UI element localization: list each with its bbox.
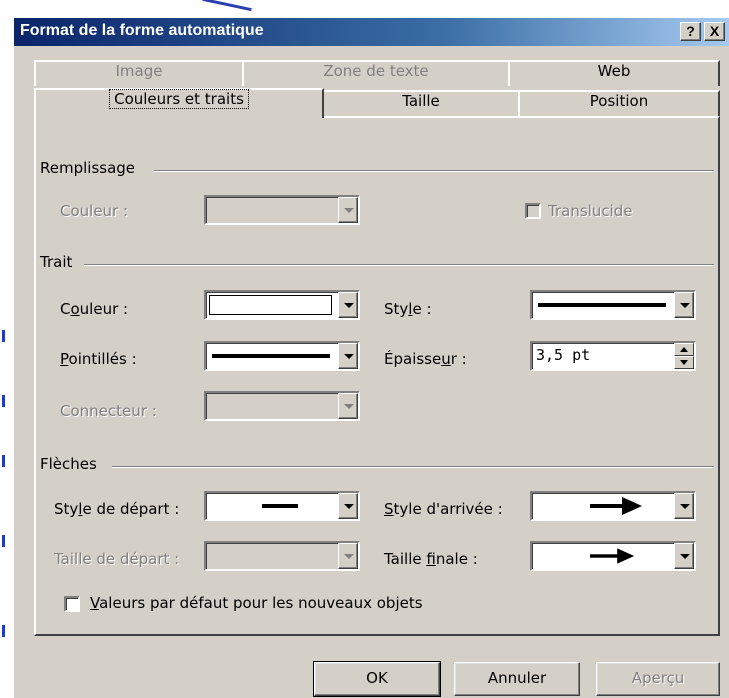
trait-divider [84, 264, 714, 266]
background-mark [2, 535, 5, 547]
trait-epaisseur-spinner[interactable]: 3,5 pt [530, 341, 696, 371]
trait-pointilles-label: Pointillés : [60, 350, 137, 368]
style-arrivee-label: Style d'arrivée : [384, 500, 503, 518]
spinner-buttons [674, 343, 694, 369]
fleches-title: Flèches [40, 455, 103, 473]
trait-pointilles-combo[interactable] [204, 341, 360, 371]
arrow-right-icon [590, 548, 636, 564]
trait-epaisseur-label: Épaisseur : [384, 350, 467, 368]
chevron-down-icon [338, 393, 358, 419]
spin-up-icon[interactable] [674, 343, 694, 356]
background-mark [2, 625, 5, 637]
tab-couleurs-et-traits-label: Couleurs et traits [109, 89, 249, 109]
dash-style-swatch [212, 354, 330, 358]
defaults-checkbox[interactable] [64, 596, 80, 612]
trait-style-combo[interactable] [530, 290, 696, 320]
remplissage-couleur-label: Couleur : [60, 202, 129, 220]
taille-depart-combo [204, 541, 360, 571]
chevron-down-icon[interactable] [674, 292, 694, 318]
apercu-button: Aperçu [596, 662, 720, 696]
remplissage-couleur-combo [204, 195, 360, 225]
dialog-title: Format de la forme automatique [20, 22, 264, 39]
ok-button[interactable]: OK [313, 661, 441, 697]
tab-zone-de-texte[interactable]: Zone de texte [242, 60, 510, 86]
title-bar: Format de la forme automatique ? X [14, 18, 729, 46]
trait-couleur-combo[interactable] [204, 290, 360, 320]
remplissage-divider [154, 170, 714, 172]
background-stroke [202, 0, 252, 12]
defaults-checkbox-label[interactable]: Valeurs par défaut pour les nouveaux obj… [90, 594, 423, 612]
background-left [0, 0, 14, 698]
line-end-swatch [262, 504, 298, 508]
background-mark [2, 455, 5, 467]
remplissage-title: Remplissage [40, 159, 142, 177]
style-depart-label: Style de départ : [54, 500, 180, 518]
color-swatch [209, 295, 332, 315]
tab-position[interactable]: Position [518, 90, 720, 116]
style-arrivee-combo[interactable] [530, 491, 696, 521]
tab-couleurs-et-traits[interactable]: Couleurs et traits [34, 88, 324, 118]
taille-finale-combo[interactable] [530, 541, 696, 571]
trait-connecteur-combo [204, 391, 360, 421]
trait-title: Trait [40, 253, 79, 271]
chevron-down-icon[interactable] [338, 493, 358, 519]
help-button[interactable]: ? [680, 22, 701, 41]
style-depart-combo[interactable] [204, 491, 360, 521]
trait-couleur-label: Couleur : [60, 300, 129, 318]
trait-style-label: Style : [384, 300, 432, 318]
format-dialog: Format de la forme automatique ? X Image… [14, 18, 729, 698]
chevron-down-icon [338, 543, 358, 569]
background-mark [2, 330, 5, 342]
taille-depart-label: Taille de départ : [54, 550, 180, 568]
taille-finale-label: Taille finale : [384, 550, 478, 568]
chevron-down-icon [338, 197, 358, 223]
line-style-swatch [538, 303, 666, 307]
tab-image[interactable]: Image [34, 60, 244, 86]
translucide-label: Translucide [548, 202, 633, 220]
arrow-right-icon [590, 497, 644, 515]
tab-web[interactable]: Web [508, 60, 720, 86]
chevron-down-icon[interactable] [674, 543, 694, 569]
chevron-down-icon[interactable] [674, 493, 694, 519]
annuler-button[interactable]: Annuler [454, 662, 580, 696]
translucide-checkbox [525, 203, 541, 219]
chevron-down-icon[interactable] [338, 343, 358, 369]
fleches-divider [112, 466, 714, 468]
tab-taille[interactable]: Taille [322, 90, 520, 116]
background-mark [2, 395, 5, 407]
background-top [14, 0, 729, 18]
chevron-down-icon[interactable] [338, 292, 358, 318]
close-button[interactable]: X [704, 22, 725, 41]
trait-connecteur-label: Connecteur : [60, 402, 157, 420]
spin-down-icon[interactable] [674, 356, 694, 369]
epaisseur-value[interactable]: 3,5 pt [536, 346, 590, 364]
